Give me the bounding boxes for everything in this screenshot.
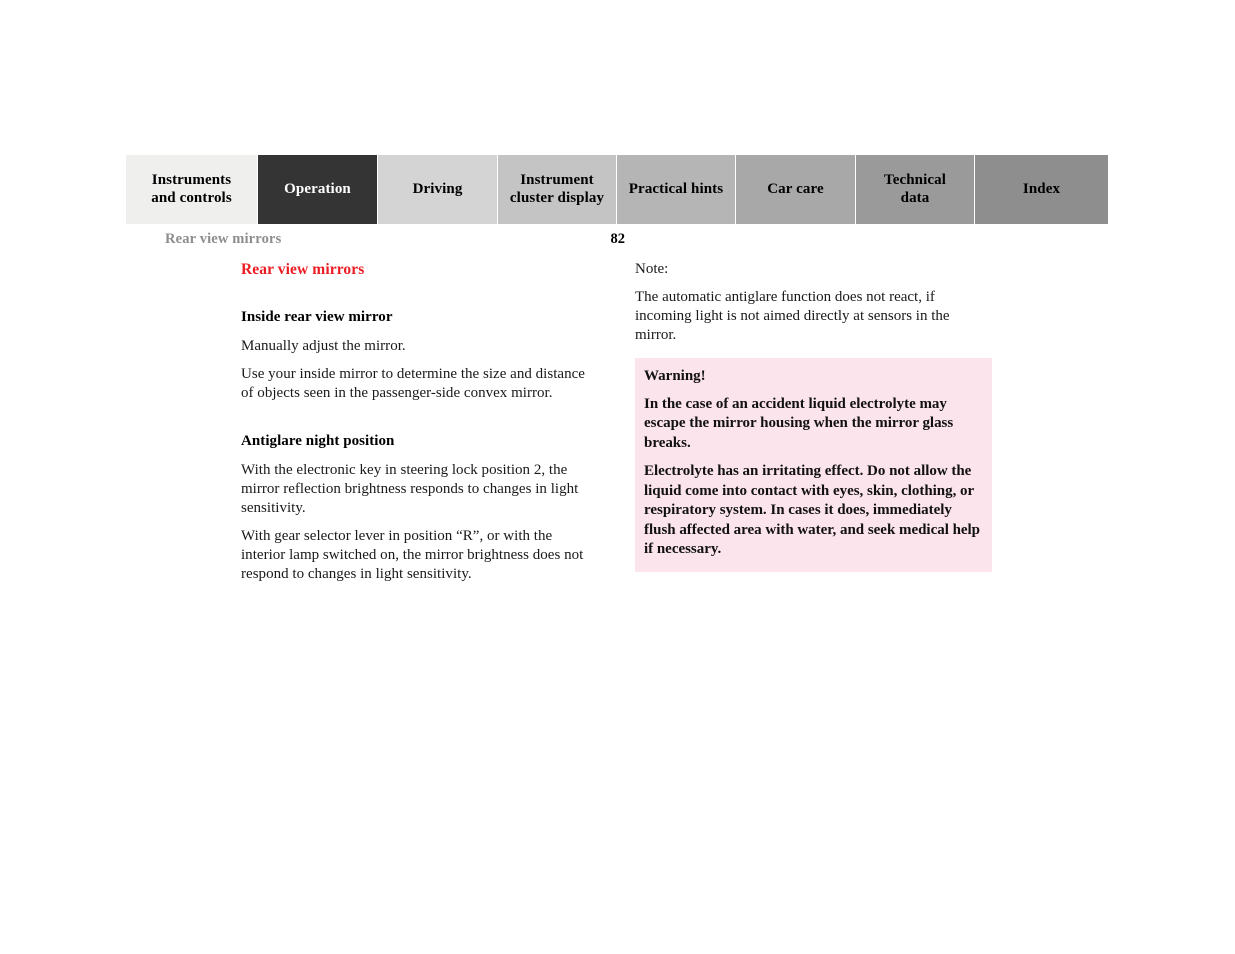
- subheading-inside-rear-view-mirror: Inside rear view mirror: [241, 309, 393, 326]
- tab-label-line1: Practical hints: [628, 180, 724, 197]
- warning-paragraph-irritating-effect: Electrolyte has an irritating effect. Do…: [644, 463, 981, 558]
- tab-label-line1: Index: [1022, 180, 1061, 197]
- right-text-column: Note: The automatic antiglare function d…: [635, 260, 992, 345]
- tab-instrument-cluster-display[interactable]: Instrument cluster display: [498, 155, 617, 224]
- tab-label-line2: data: [900, 189, 930, 206]
- warning-box: Warning! In the case of an accident liqu…: [635, 358, 992, 572]
- running-head: Rear view mirrors 82: [165, 231, 625, 250]
- tab-label-line2: and controls: [151, 189, 232, 206]
- tab-label-line2: cluster display: [509, 189, 605, 206]
- tab-label-line1: Driving: [412, 180, 463, 197]
- note-body: The automatic antiglare function does no…: [635, 289, 950, 344]
- tab-label-line1: Instruments: [151, 171, 232, 188]
- page-number: 82: [610, 231, 626, 247]
- left-text-column: Rear view mirrors Inside rear view mirro…: [241, 260, 591, 584]
- tab-technical-data[interactable]: Technical data: [856, 155, 975, 224]
- tab-index[interactable]: Index: [975, 155, 1108, 224]
- warning-title: Warning!: [644, 368, 706, 384]
- paragraph-inside-mirror-use: Use your inside mirror to determine the …: [241, 366, 585, 402]
- paragraph-manual-adjust: Manually adjust the mirror.: [241, 338, 406, 355]
- subheading-antiglare-night-position: Antiglare night position: [241, 433, 395, 450]
- warning-paragraph-electrolyte-escape: In the case of an accident liquid electr…: [644, 395, 954, 451]
- tab-car-care[interactable]: Car care: [736, 155, 856, 224]
- page-title: Rear view mirrors: [241, 261, 365, 278]
- tab-instruments-and-controls[interactable]: Instruments and controls: [126, 155, 258, 224]
- tab-practical-hints[interactable]: Practical hints: [617, 155, 736, 224]
- tab-operation[interactable]: Operation: [258, 155, 378, 224]
- note-label: Note:: [635, 261, 669, 277]
- paragraph-gear-selector: With gear selector lever in position “R”…: [241, 528, 584, 583]
- paragraph-electronic-key: With the electronic key in steering lock…: [241, 462, 579, 517]
- tab-label-line1: Instrument: [520, 171, 594, 188]
- chapter-tab-bar: Instruments and controls Operation Drivi…: [126, 155, 1108, 224]
- tab-label-line1: Operation: [284, 180, 351, 197]
- tab-driving[interactable]: Driving: [378, 155, 498, 224]
- tab-label-line1: Car care: [767, 180, 824, 197]
- running-head-title: Rear view mirrors: [165, 231, 282, 247]
- tab-label-line1: Technical: [883, 171, 947, 188]
